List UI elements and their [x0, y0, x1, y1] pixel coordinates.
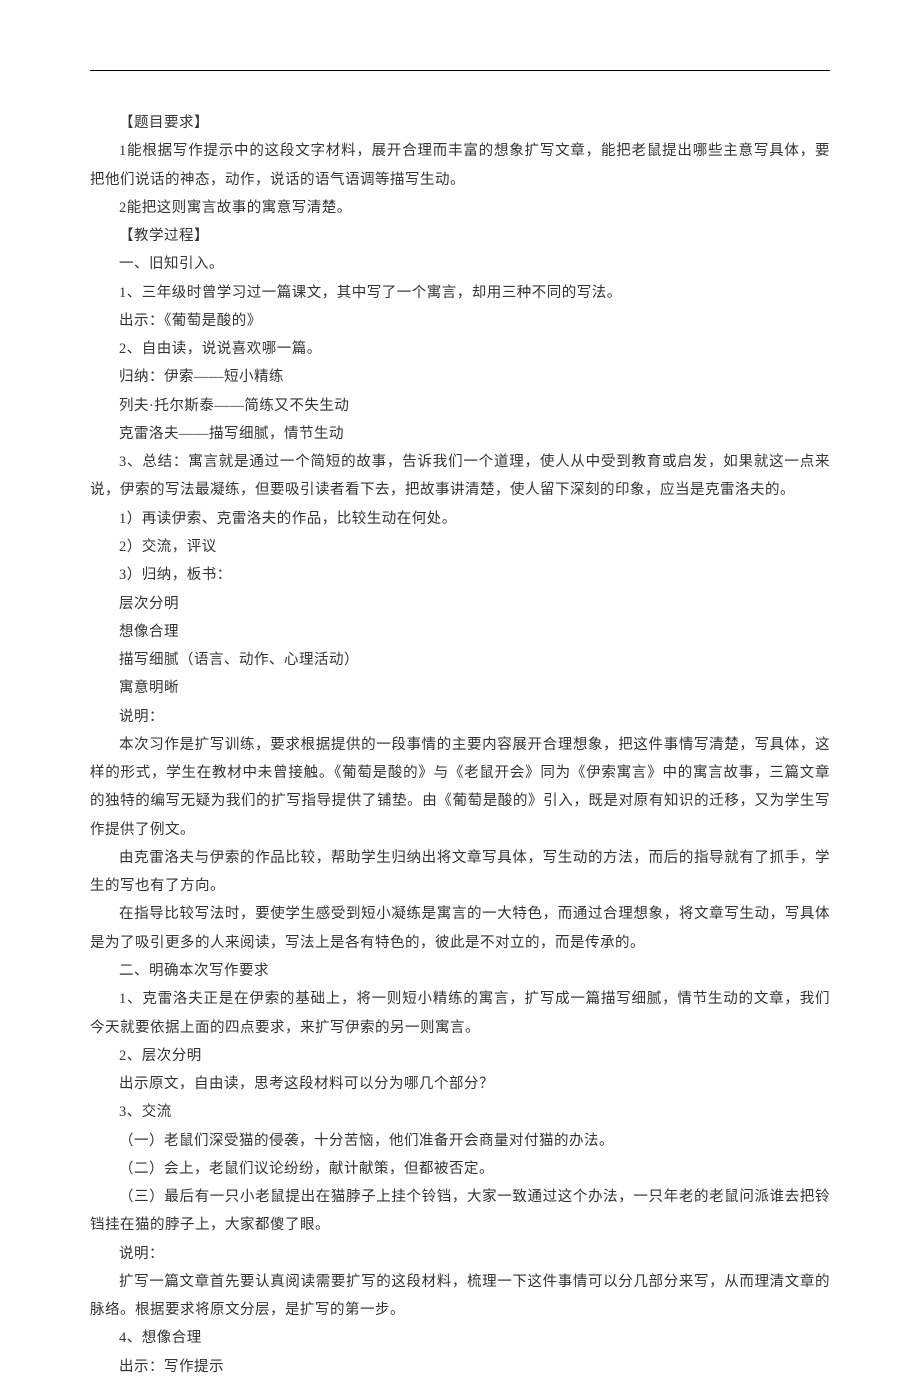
document-content: 【题目要求】 1能根据写作提示中的这段文字材料，展开合理而丰富的想象扩写文章，能…	[90, 109, 830, 1381]
text-line: 本次习作是扩写训练，要求根据提供的一段事情的主要内容展开合理想象，把这件事情写清…	[90, 731, 830, 844]
text-line: 出示：《葡萄是酸的》	[90, 307, 830, 335]
text-line: 1、克雷洛夫正是在伊索的基础上，将一则短小精练的寓言，扩写成一篇描写细腻，情节生…	[90, 985, 830, 1042]
text-line: 出示原文，自由读，思考这段材料可以分为哪几个部分？	[90, 1070, 830, 1098]
text-line: 二、明确本次写作要求	[90, 957, 830, 985]
text-line: （三）最后有一只小老鼠提出在猫脖子上挂个铃铛，大家一致通过这个办法，一只年老的老…	[90, 1183, 830, 1240]
text-line: 克雷洛夫——描写细腻，情节生动	[90, 420, 830, 448]
text-line: 说明：	[90, 703, 830, 731]
text-line: 3）归纳，板书：	[90, 561, 830, 589]
text-line: （一）老鼠们深受猫的侵袭，十分苦恼，他们准备开会商量对付猫的办法。	[90, 1127, 830, 1155]
text-line: 1、三年级时曾学习过一篇课文，其中写了一个寓言，却用三种不同的写法。	[90, 279, 830, 307]
text-line: 2）交流，评议	[90, 533, 830, 561]
text-line: 说明：	[90, 1240, 830, 1268]
text-line: 在指导比较写法时，要使学生感受到短小凝练是寓言的一大特色，而通过合理想象，将文章…	[90, 900, 830, 957]
top-divider	[90, 70, 830, 71]
text-line: （二）会上，老鼠们议论纷纷，献计献策，但都被否定。	[90, 1155, 830, 1183]
text-line: 1）再读伊索、克雷洛夫的作品，比较生动在何处。	[90, 505, 830, 533]
text-line: 由克雷洛夫与伊索的作品比较，帮助学生归纳出将文章写具体，写生动的方法，而后的指导…	[90, 844, 830, 901]
text-line: 4、想像合理	[90, 1324, 830, 1352]
text-line: 3、交流	[90, 1098, 830, 1126]
text-line: 归纳：伊索——短小精练	[90, 363, 830, 391]
text-line: 寓意明晰	[90, 674, 830, 702]
text-line: 【题目要求】	[90, 109, 830, 137]
text-line: 1能根据写作提示中的这段文字材料，展开合理而丰富的想象扩写文章，能把老鼠提出哪些…	[90, 137, 830, 194]
text-line: 【教学过程】	[90, 222, 830, 250]
text-line: 2、自由读，说说喜欢哪一篇。	[90, 335, 830, 363]
text-line: 一、旧知引入。	[90, 250, 830, 278]
text-line: 描写细腻（语言、动作、心理活动）	[90, 646, 830, 674]
text-line: 列夫·托尔斯泰——简练又不失生动	[90, 392, 830, 420]
text-line: 2能把这则寓言故事的寓意写清楚。	[90, 194, 830, 222]
text-line: 出示：写作提示	[90, 1353, 830, 1381]
text-line: 想像合理	[90, 618, 830, 646]
text-line: 2、层次分明	[90, 1042, 830, 1070]
text-line: 扩写一篇文章首先要认真阅读需要扩写的这段材料，梳理一下这件事情可以分几部分来写，…	[90, 1268, 830, 1325]
text-line: 3、总结：寓言就是通过一个简短的故事，告诉我们一个道理，使人从中受到教育或启发，…	[90, 448, 830, 505]
text-line: 层次分明	[90, 590, 830, 618]
